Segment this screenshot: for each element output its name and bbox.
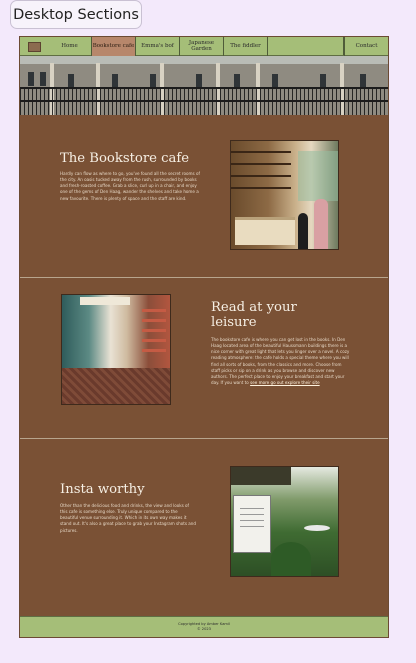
section-3-body: Other than the delicious food and drinks… — [60, 503, 196, 533]
section-3-photo — [230, 466, 339, 577]
nav-item-home[interactable]: Home — [48, 37, 92, 56]
nav-item-bookstore-cafe[interactable]: Bookstore cafe — [92, 37, 136, 56]
section-label: Desktop Sections — [10, 0, 142, 29]
desktop-preview: Home Bookstore cafe Emma's bof Japanese … — [19, 36, 389, 638]
section-2-link[interactable]: see more go out explore their site — [250, 380, 320, 385]
section-divider — [20, 438, 388, 439]
hero-image — [20, 56, 388, 115]
section-1-body: Hardly can flow as where to go, you've f… — [60, 171, 200, 201]
nav-spacer — [268, 37, 344, 55]
nav-item-emmas-bof[interactable]: Emma's bof — [136, 37, 180, 56]
nav-item-the-fiddler[interactable]: The fiddler — [224, 37, 268, 56]
section-2-body: The bookstore cafe is where you can get … — [211, 337, 350, 386]
section-1-photo — [230, 140, 339, 250]
section-2-photo — [61, 294, 171, 405]
nav-item-contact[interactable]: Contact — [344, 37, 388, 56]
footer-year: © 2023 — [197, 627, 211, 631]
top-nav: Home Bookstore cafe Emma's bof Japanese … — [20, 37, 388, 56]
section-3-title: Insta worthy — [60, 482, 145, 497]
nav-item-japanese-garden[interactable]: Japanese Garden — [180, 37, 224, 56]
section-2-title: Read at your leisure — [211, 300, 297, 330]
logo-icon — [27, 41, 41, 52]
logo[interactable] — [20, 37, 48, 56]
section-2-body-text: The bookstore cafe is where you can get … — [211, 337, 350, 385]
section-divider — [20, 277, 388, 278]
section-1-title: The Bookstore cafe — [60, 151, 190, 166]
footer: Copyrighted by Amber Kamil © 2023 — [20, 616, 388, 637]
